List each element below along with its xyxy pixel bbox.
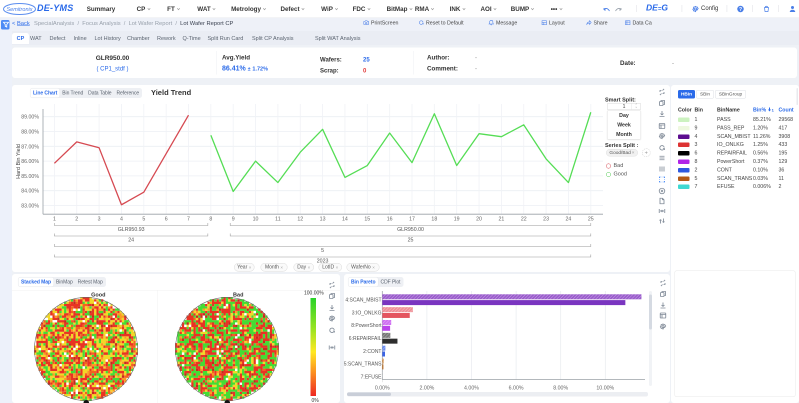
- svg-text:16: 16: [387, 217, 393, 223]
- svg-text:13: 13: [320, 217, 326, 223]
- svg-text:2: 2: [75, 217, 78, 223]
- svg-text:5:SCAN_TRANS: 5:SCAN_TRANS: [344, 362, 382, 368]
- svg-text:8: 8: [209, 217, 212, 223]
- svg-text:Semitronix: Semitronix: [7, 7, 33, 13]
- svg-text:4: 4: [120, 217, 123, 223]
- svg-text:85.00%: 85.00%: [21, 174, 39, 180]
- svg-text:25: 25: [408, 238, 414, 244]
- svg-text:4:SCAN_MBIST: 4:SCAN_MBIST: [345, 297, 381, 303]
- svg-text:GLR950.93: GLR950.93: [118, 227, 145, 233]
- svg-text:?: ?: [739, 7, 742, 13]
- svg-text:10.00%: 10.00%: [596, 386, 614, 392]
- svg-text:6: 6: [165, 217, 168, 223]
- svg-text:12: 12: [297, 217, 303, 223]
- svg-text:4.00%: 4.00%: [464, 386, 479, 392]
- svg-text:1: 1: [53, 217, 56, 223]
- svg-text:89.00%: 89.00%: [21, 115, 39, 121]
- svg-text:GLR950.00: GLR950.00: [397, 227, 424, 233]
- svg-text:Hard Bin Yield: Hard Bin Yield: [16, 144, 22, 179]
- svg-text:5: 5: [321, 248, 324, 254]
- svg-text:6:REPAIRFAIL: 6:REPAIRFAIL: [349, 336, 382, 342]
- svg-text:7: 7: [187, 217, 190, 223]
- svg-text:25: 25: [588, 217, 594, 223]
- svg-text:87.00%: 87.00%: [21, 144, 39, 150]
- svg-text:23: 23: [543, 217, 549, 223]
- svg-text:22: 22: [521, 217, 527, 223]
- svg-text:6.00%: 6.00%: [509, 386, 524, 392]
- svg-text:9: 9: [232, 217, 235, 223]
- svg-text:86.00%: 86.00%: [21, 159, 39, 165]
- svg-text:19: 19: [454, 217, 460, 223]
- svg-text:17: 17: [409, 217, 415, 223]
- svg-text:21: 21: [498, 217, 504, 223]
- svg-text:7:EFUSE: 7:EFUSE: [361, 375, 383, 381]
- svg-text:11: 11: [275, 217, 281, 223]
- svg-text:24: 24: [566, 217, 572, 223]
- svg-text:18: 18: [431, 217, 437, 223]
- svg-text:8:PowerShort: 8:PowerShort: [351, 323, 382, 329]
- svg-text:20: 20: [476, 217, 482, 223]
- svg-text:5: 5: [142, 217, 145, 223]
- svg-text:2.00%: 2.00%: [419, 386, 434, 392]
- svg-text:84.00%: 84.00%: [21, 189, 39, 195]
- svg-text:3: 3: [98, 217, 101, 223]
- svg-text:88.00%: 88.00%: [21, 130, 39, 136]
- svg-text:14: 14: [342, 217, 348, 223]
- svg-text:0.00%: 0.00%: [375, 386, 390, 392]
- svg-text:83.00%: 83.00%: [21, 204, 39, 210]
- svg-text:10: 10: [253, 217, 259, 223]
- svg-text:24: 24: [128, 238, 134, 244]
- svg-text:8.00%: 8.00%: [553, 386, 568, 392]
- svg-text:3:IO_ONLKG: 3:IO_ONLKG: [352, 310, 382, 316]
- svg-text:15: 15: [364, 217, 370, 223]
- svg-text:2:CONT: 2:CONT: [363, 349, 381, 355]
